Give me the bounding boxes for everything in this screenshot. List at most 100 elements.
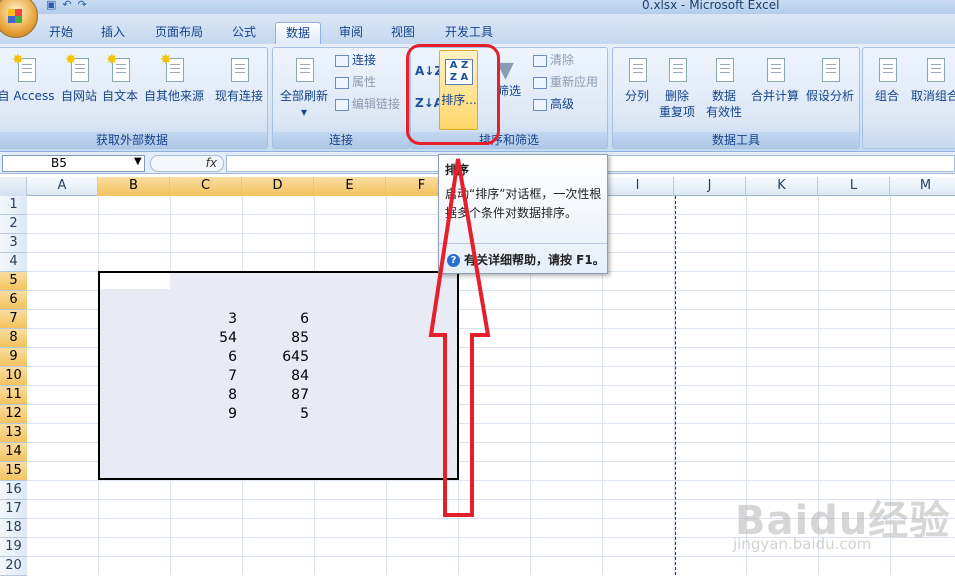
column-header-k[interactable]: K	[746, 177, 818, 196]
window-title: 0.xlsx - Microsoft Excel	[642, 0, 780, 12]
remove-duplicates-label-2: 重复项	[658, 105, 695, 119]
clear-filter-icon	[533, 54, 547, 67]
text-to-columns-button[interactable]: 分列	[617, 54, 657, 104]
group-label-connections: 连接	[273, 132, 409, 148]
row-header-8[interactable]: 8	[0, 329, 27, 348]
what-if-analysis-button[interactable]: 假设分析	[803, 54, 857, 104]
tab-insert[interactable]: 插入	[92, 22, 134, 44]
text-to-columns-icon	[623, 54, 651, 84]
insert-function-button[interactable]: fx	[150, 155, 224, 172]
ungroup-button[interactable]: 取消组合	[909, 54, 955, 104]
group-connections: 全部刷新 ▾ 连接 属性 编辑链接 连接	[272, 47, 410, 149]
data-validation-label-2: 有效性	[705, 105, 742, 119]
row-header-18[interactable]: 18	[0, 519, 27, 538]
cell-c7[interactable]: 3	[171, 310, 239, 329]
refresh-all-button[interactable]: 全部刷新 ▾	[277, 54, 331, 120]
column-header-j[interactable]: J	[674, 177, 746, 196]
cell-d8[interactable]: 85	[243, 329, 311, 348]
remove-duplicates-icon	[663, 54, 691, 84]
tab-data[interactable]: 数据	[275, 22, 321, 44]
column-header-a[interactable]: A	[27, 177, 98, 196]
from-access-button[interactable]: ✸ 自 Access	[0, 53, 55, 104]
row-header-13[interactable]: 13	[0, 424, 27, 443]
cell-d12[interactable]: 5	[243, 405, 311, 424]
from-web-button[interactable]: ✸ 自网站	[59, 53, 99, 104]
text-to-columns-label: 分列	[624, 89, 649, 103]
row-header-15[interactable]: 15	[0, 462, 27, 481]
group-label: 组合	[874, 89, 899, 103]
from-other-sources-button[interactable]: ✸ 自其他来源	[143, 53, 205, 104]
column-header-e[interactable]: E	[314, 177, 386, 196]
data-validation-label: 数据	[711, 89, 736, 103]
tab-review[interactable]: 审阅	[330, 22, 372, 44]
row-header-1[interactable]: 1	[0, 196, 27, 215]
row-header-12[interactable]: 12	[0, 405, 27, 424]
existing-connections-button[interactable]: 现有连接	[213, 54, 265, 104]
globe-icon: ✸	[65, 53, 93, 84]
row-header-16[interactable]: 16	[0, 481, 27, 500]
cell-d11[interactable]: 87	[243, 386, 311, 405]
what-if-icon	[816, 54, 844, 84]
row-header-4[interactable]: 4	[0, 253, 27, 272]
name-box[interactable]: B5	[2, 155, 145, 172]
annotation-up-arrow	[428, 158, 491, 517]
column-header-d[interactable]: D	[242, 177, 314, 196]
row-header-9[interactable]: 9	[0, 348, 27, 367]
tab-view[interactable]: 视图	[382, 22, 424, 44]
tab-developer[interactable]: 开发工具	[436, 22, 502, 44]
refresh-dropdown-icon[interactable]: ▾	[301, 105, 307, 119]
baidu-watermark-url: jingyan.baidu.com	[733, 535, 872, 553]
from-text-button[interactable]: ✸ 自文本	[101, 53, 139, 104]
cell-d10[interactable]: 84	[243, 367, 311, 386]
column-header-i[interactable]: I	[602, 177, 674, 196]
connections-icon	[335, 54, 349, 67]
cell-c9[interactable]: 6	[171, 348, 239, 367]
consolidate-button[interactable]: 合并计算	[749, 54, 801, 104]
row-header-5[interactable]: 5	[0, 272, 27, 291]
cell-c12[interactable]: 9	[171, 405, 239, 424]
connections-button[interactable]: 连接	[335, 51, 376, 69]
tab-home[interactable]: 开始	[40, 22, 82, 44]
edit-links-button[interactable]: 编辑链接	[335, 95, 400, 113]
row-header-14[interactable]: 14	[0, 443, 27, 462]
remove-duplicates-button[interactable]: 删除 重复项	[657, 54, 697, 120]
column-header-m[interactable]: M	[890, 177, 955, 196]
cell-c11[interactable]: 8	[171, 386, 239, 405]
active-cell[interactable]	[100, 273, 170, 289]
redo-icon[interactable]: ↷	[78, 0, 87, 12]
save-icon[interactable]: ▣	[46, 0, 56, 12]
existing-connections-icon	[225, 54, 253, 84]
select-all-button[interactable]	[0, 177, 27, 196]
row-header-7[interactable]: 7	[0, 310, 27, 329]
cell-d7[interactable]: 6	[243, 310, 311, 329]
filter-button[interactable]: ▼ 筛选	[497, 60, 522, 100]
page-break-line	[675, 196, 676, 575]
tab-page-layout[interactable]: 页面布局	[146, 22, 212, 44]
row-header-10[interactable]: 10	[0, 367, 27, 386]
reapply-button[interactable]: 重新应用	[533, 73, 598, 91]
column-header-b[interactable]: B	[98, 177, 170, 196]
tab-formulas[interactable]: 公式	[222, 22, 266, 44]
row-header-3[interactable]: 3	[0, 234, 27, 253]
cell-c10[interactable]: 7	[171, 367, 239, 386]
refresh-icon	[290, 54, 318, 84]
properties-button[interactable]: 属性	[335, 73, 376, 91]
undo-icon[interactable]: ↶	[62, 0, 71, 12]
row-header-19[interactable]: 19	[0, 538, 27, 557]
row-header-20[interactable]: 20	[0, 557, 27, 576]
advanced-filter-button[interactable]: 高级	[533, 95, 574, 113]
column-header-l[interactable]: L	[818, 177, 890, 196]
name-box-dropdown-icon[interactable]: ▼	[134, 156, 142, 167]
row-header-11[interactable]: 11	[0, 386, 27, 405]
filter-label: 筛选	[497, 84, 522, 98]
clear-filter-button[interactable]: 清除	[533, 51, 574, 69]
group-button[interactable]: 组合	[869, 54, 905, 104]
cell-c8[interactable]: 54	[171, 329, 239, 348]
from-text-label: 自文本	[101, 89, 138, 103]
row-header-2[interactable]: 2	[0, 215, 27, 234]
row-header-17[interactable]: 17	[0, 500, 27, 519]
column-header-c[interactable]: C	[170, 177, 242, 196]
data-validation-button[interactable]: 数据 有效性	[701, 54, 747, 120]
cell-d9[interactable]: 645	[243, 348, 311, 367]
row-header-6[interactable]: 6	[0, 291, 27, 310]
